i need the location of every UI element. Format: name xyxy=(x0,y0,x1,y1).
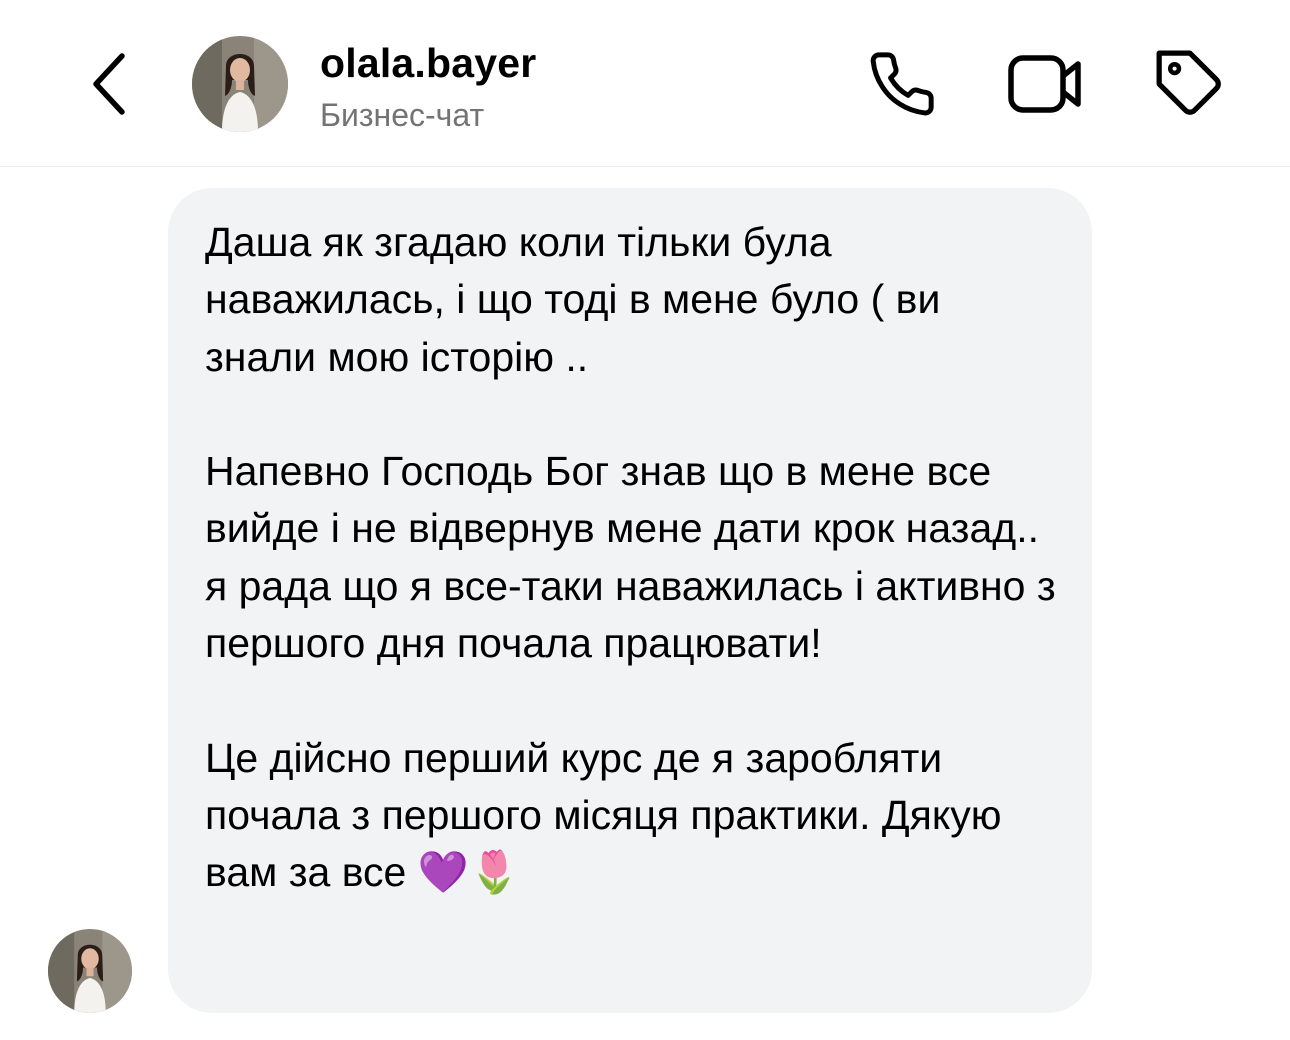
message-paragraph: Напевно Господь Бог знав що в мене все в… xyxy=(205,448,1056,667)
tag-icon xyxy=(1156,50,1221,115)
phone-icon xyxy=(870,52,934,116)
label-button[interactable] xyxy=(1150,44,1230,124)
username[interactable]: olala.bayer xyxy=(320,40,536,87)
video-call-button[interactable] xyxy=(1006,44,1086,124)
sender-avatar[interactable] xyxy=(48,929,132,1013)
chat-header: olala.bayer Бизнес-чат xyxy=(0,0,1290,167)
chat-type-label: Бизнес-чат xyxy=(320,97,485,133)
message-bubble[interactable]: Даша як згадаю коли тільки була наважила… xyxy=(168,188,1092,1013)
back-button[interactable] xyxy=(80,46,136,122)
message-paragraph: Даша як згадаю коли тільки була наважила… xyxy=(205,219,941,380)
message-paragraph: Це дійсно перший курс де я заробляти поч… xyxy=(205,734,1002,896)
call-button[interactable] xyxy=(862,44,942,124)
avatar[interactable] xyxy=(192,36,288,132)
chevron-left-icon xyxy=(93,53,125,115)
video-camera-icon xyxy=(1008,55,1081,113)
